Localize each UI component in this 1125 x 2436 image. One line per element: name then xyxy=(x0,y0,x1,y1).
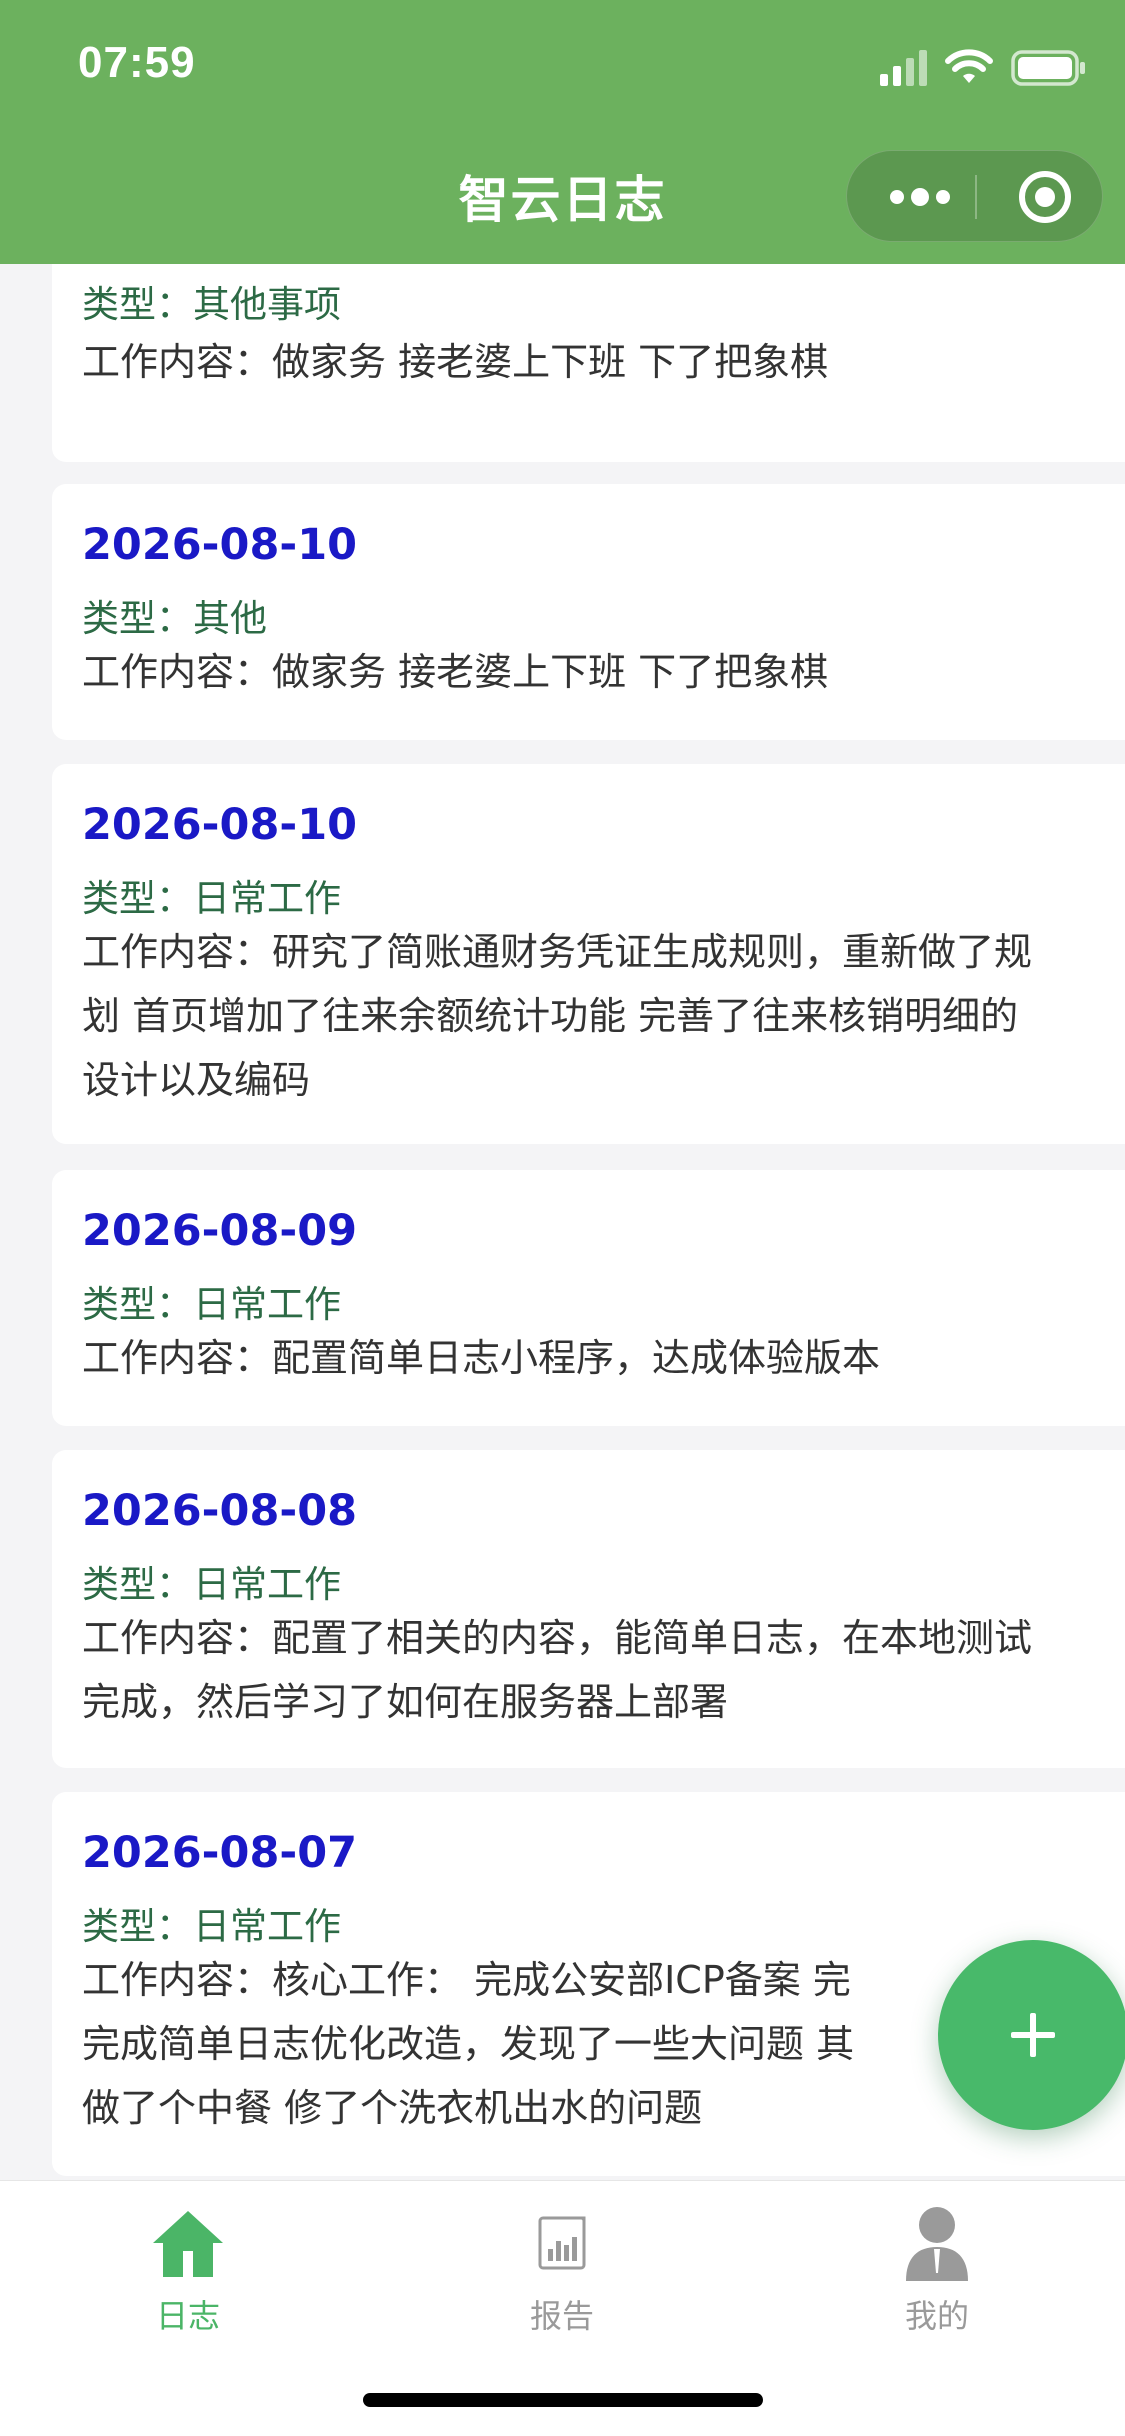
battery-icon xyxy=(1011,50,1085,86)
log-card[interactable]: 2026-08-10 类型：日常工作 工作内容：研究了简账通财务凭证生成规则，重… xyxy=(52,764,1125,1144)
log-date: 2026-08-08 xyxy=(82,1486,358,1536)
close-button[interactable] xyxy=(995,151,1095,243)
log-type: 类型：日常工作 xyxy=(82,1905,341,1948)
log-card[interactable]: 2026-08-09 类型：日常工作 工作内容：配置简单日志小程序，达成体验版本 xyxy=(52,1170,1125,1426)
status-indicators xyxy=(880,44,1087,92)
tab-label: 日志 xyxy=(155,2297,220,2335)
log-content: 工作内容：研究了简账通财务凭证生成规则，重新做了规 划 首页增加了往来余额统计功… xyxy=(82,930,1033,1102)
log-date: 2026-08-10 xyxy=(82,800,358,850)
report-chart-icon xyxy=(522,2203,602,2283)
log-type: 类型：其他 xyxy=(82,597,267,640)
log-content: 工作内容：做家务 接老婆上下班 下了把象棋 xyxy=(82,650,829,694)
tab-report[interactable]: 报告 xyxy=(442,2203,682,2337)
log-card[interactable]: 2026-08-10 类型：其他 工作内容：做家务 接老婆上下班 下了把象棋 xyxy=(52,484,1125,740)
log-date: 2026-08-09 xyxy=(82,1206,358,1256)
log-content: 工作内容：做家务 接老婆上下班 下了把象棋 xyxy=(82,340,829,384)
log-date: 2026-08-10 xyxy=(82,520,358,570)
home-indicator[interactable] xyxy=(363,2393,763,2407)
tab-label: 报告 xyxy=(529,2297,594,2335)
plus-icon xyxy=(1011,2013,1055,2057)
log-list[interactable]: 类型：其他事项 工作内容：做家务 接老婆上下班 下了把象棋 2026-08-10… xyxy=(0,264,1125,2180)
log-type: 类型：日常工作 xyxy=(82,1283,341,1326)
header: 07:59 智云日志 xyxy=(0,0,1125,264)
more-dots-icon xyxy=(890,188,950,206)
log-content: 工作内容：配置简单日志小程序，达成体验版本 xyxy=(82,1336,881,1380)
more-button[interactable] xyxy=(875,151,965,243)
log-content: 工作内容：配置了相关的内容，能简单日志，在本地测试 完成，然后学习了如何在服务器… xyxy=(82,1616,1033,1724)
tab-label: 我的 xyxy=(904,2297,969,2335)
capsule-divider xyxy=(975,175,977,219)
log-card[interactable]: 2026-08-08 类型：日常工作 工作内容：配置了相关的内容，能简单日志，在… xyxy=(52,1450,1125,1768)
log-card[interactable]: 类型：其他事项 工作内容：做家务 接老婆上下班 下了把象棋 xyxy=(52,264,1125,462)
user-icon xyxy=(897,2203,977,2283)
tab-logs[interactable]: 日志 xyxy=(68,2203,308,2337)
log-type: 类型：日常工作 xyxy=(82,877,341,920)
status-time: 07:59 xyxy=(78,38,196,87)
add-log-button[interactable] xyxy=(938,1940,1125,2130)
log-type: 类型：其他事项 xyxy=(82,283,341,326)
record-target-icon xyxy=(1019,171,1071,223)
log-type: 类型：日常工作 xyxy=(82,1563,341,1606)
home-icon xyxy=(148,2203,228,2283)
wifi-icon xyxy=(945,49,993,83)
log-date: 2026-08-07 xyxy=(82,1828,358,1878)
cellular-signal-icon xyxy=(880,50,927,86)
mini-program-capsule xyxy=(846,150,1103,242)
tab-me[interactable]: 我的 xyxy=(817,2203,1057,2337)
